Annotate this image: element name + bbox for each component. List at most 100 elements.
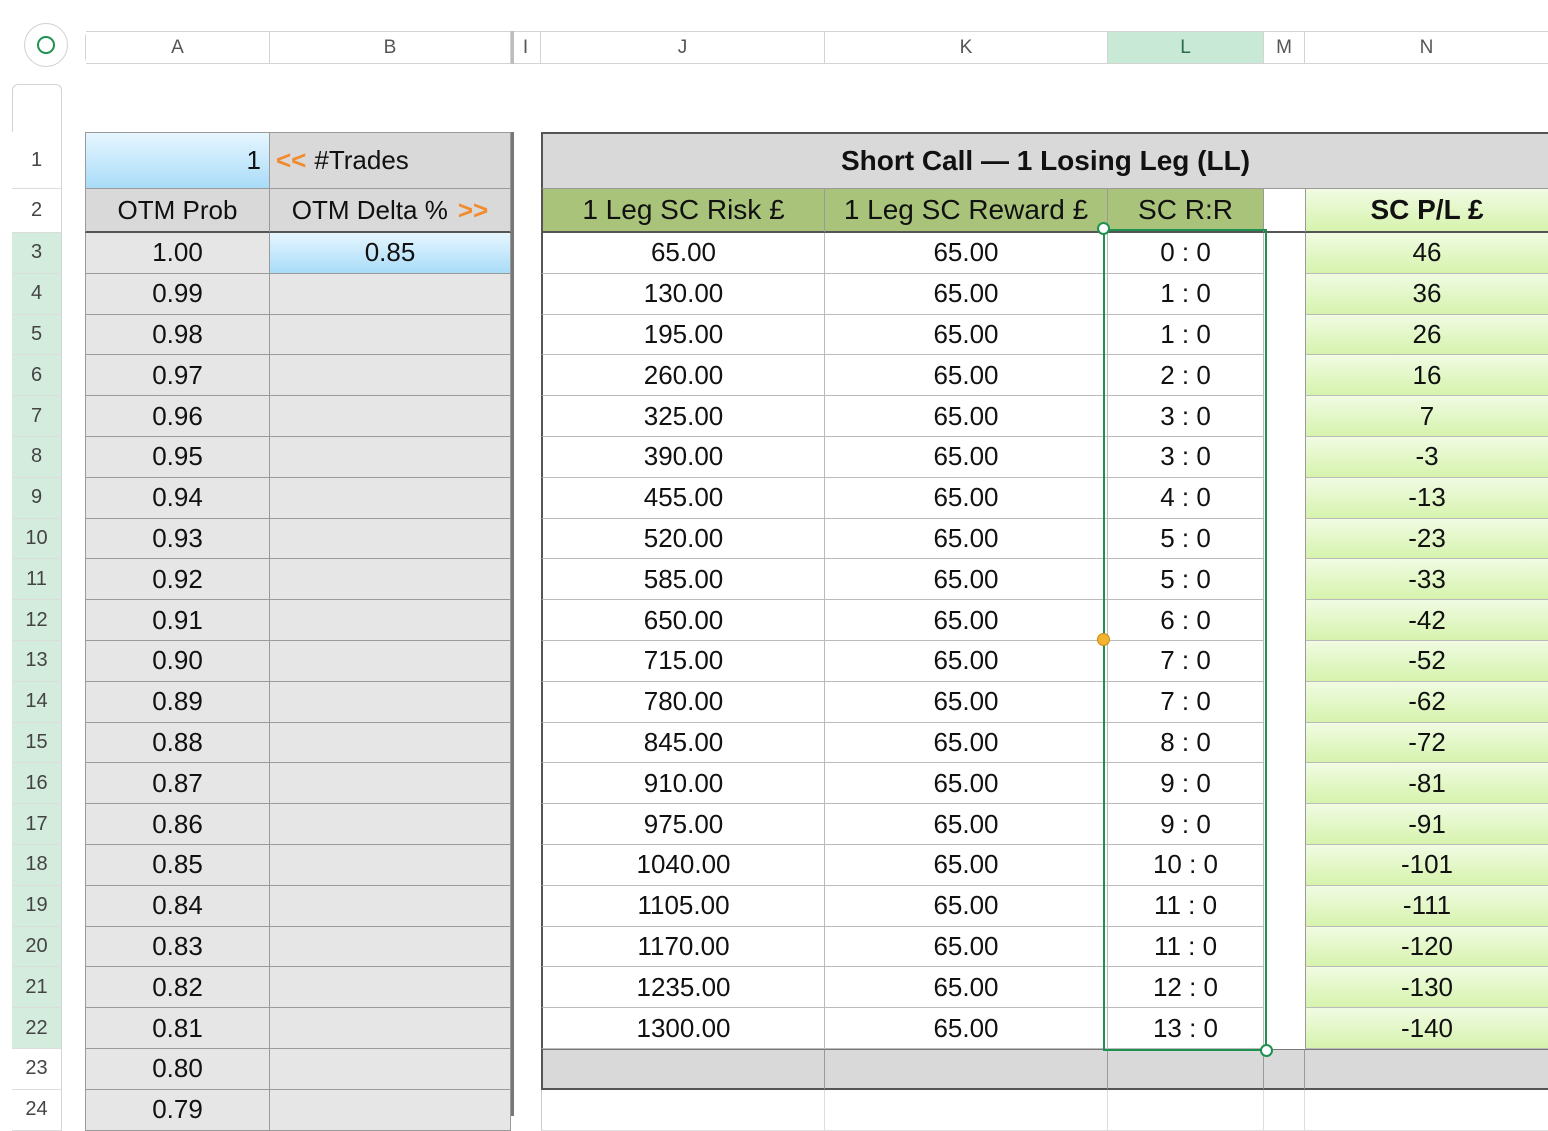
row-header-1[interactable]: 1: [12, 132, 62, 189]
m-blank-cell[interactable]: [1264, 967, 1305, 1009]
row-header-17[interactable]: 17: [12, 804, 62, 845]
m-blank-cell[interactable]: [1264, 559, 1305, 601]
m-blank-cell[interactable]: [1264, 477, 1305, 519]
table-title[interactable]: Short Call — 1 Losing Leg (LL): [541, 132, 1548, 189]
risk-cell[interactable]: 780.00: [541, 681, 825, 723]
row-header-16[interactable]: 16: [12, 763, 62, 805]
risk-cell[interactable]: 585.00: [541, 559, 825, 601]
row-header-24[interactable]: 24: [12, 1089, 62, 1131]
risk-cell[interactable]: 390.00: [541, 437, 825, 478]
pl-cell[interactable]: -3: [1305, 437, 1548, 478]
otm-prob-cell[interactable]: 0.92: [85, 559, 270, 601]
risk-cell[interactable]: 910.00: [541, 763, 825, 805]
otm-prob-cell[interactable]: 0.98: [85, 314, 270, 356]
otm-delta-cell[interactable]: [270, 845, 511, 886]
selection-handle-bottom[interactable]: [1260, 1044, 1273, 1057]
row-header-10[interactable]: 10: [12, 518, 62, 560]
m-blank-cell[interactable]: [1264, 641, 1305, 682]
column-header-m[interactable]: M: [1264, 31, 1305, 64]
otm-delta-cell[interactable]: [270, 396, 511, 437]
risk-cell[interactable]: 650.00: [541, 600, 825, 641]
pl-cell[interactable]: -33: [1305, 559, 1548, 601]
risk-cell[interactable]: 260.00: [541, 355, 825, 397]
m-blank-cell[interactable]: [1264, 763, 1305, 805]
row-header-23[interactable]: 23: [12, 1049, 62, 1090]
otm-prob-cell[interactable]: 0.95: [85, 437, 270, 478]
column-header-b[interactable]: B: [270, 31, 511, 64]
pl-cell[interactable]: -23: [1305, 518, 1548, 560]
m-header-blank[interactable]: [1264, 189, 1305, 233]
pl-cell[interactable]: -101: [1305, 845, 1548, 886]
row-header-8[interactable]: 8: [12, 437, 62, 478]
otm-delta-cell[interactable]: [270, 314, 511, 356]
otm-prob-cell[interactable]: 0.94: [85, 477, 270, 519]
row-header-21[interactable]: 21: [12, 967, 62, 1009]
row-header-4[interactable]: 4: [12, 273, 62, 315]
risk-cell[interactable]: 520.00: [541, 518, 825, 560]
empty-cell-l[interactable]: [1108, 1089, 1264, 1131]
reward-cell[interactable]: 65.00: [825, 233, 1108, 274]
risk-cell[interactable]: 1300.00: [541, 1008, 825, 1049]
row-header-13[interactable]: 13: [12, 641, 62, 682]
otm-prob-cell[interactable]: 0.80: [85, 1049, 270, 1090]
m-blank-cell[interactable]: [1264, 233, 1305, 274]
m-blank-cell[interactable]: [1264, 845, 1305, 886]
footer-cell-k[interactable]: [825, 1049, 1108, 1090]
otm-prob-cell[interactable]: 0.90: [85, 641, 270, 682]
otm-prob-cell[interactable]: 0.84: [85, 885, 270, 927]
m-blank-cell[interactable]: [1264, 314, 1305, 356]
row-header-12[interactable]: 12: [12, 600, 62, 641]
footer-cell-j[interactable]: [541, 1049, 825, 1090]
reward-cell[interactable]: 65.00: [825, 926, 1108, 968]
pl-cell[interactable]: -13: [1305, 477, 1548, 519]
empty-cell-j[interactable]: [541, 1089, 825, 1131]
row-header-2[interactable]: 2: [12, 189, 62, 233]
reward-cell[interactable]: 65.00: [825, 273, 1108, 315]
otm-prob-cell[interactable]: 0.93: [85, 518, 270, 560]
otm-delta-cell[interactable]: [270, 518, 511, 560]
column-header-l[interactable]: L: [1108, 31, 1264, 64]
otm-prob-cell[interactable]: 1.00: [85, 233, 270, 274]
risk-cell[interactable]: 1235.00: [541, 967, 825, 1009]
risk-cell[interactable]: 455.00: [541, 477, 825, 519]
pl-header[interactable]: SC P/L £: [1305, 189, 1548, 233]
pl-cell[interactable]: -81: [1305, 763, 1548, 805]
otm-prob-cell[interactable]: 0.85: [85, 845, 270, 886]
risk-cell[interactable]: 325.00: [541, 396, 825, 437]
otm-delta-cell[interactable]: [270, 273, 511, 315]
otm-delta-cell[interactable]: [270, 681, 511, 723]
risk-cell[interactable]: 845.00: [541, 722, 825, 764]
otm-prob-cell[interactable]: 0.86: [85, 804, 270, 845]
otm-delta-cell[interactable]: [270, 641, 511, 682]
otm-delta-cell[interactable]: [270, 600, 511, 641]
otm-delta-header[interactable]: OTM Delta % >>: [270, 189, 511, 233]
m-blank-cell[interactable]: [1264, 926, 1305, 968]
risk-cell[interactable]: 195.00: [541, 314, 825, 356]
row-header-14[interactable]: 14: [12, 681, 62, 723]
column-header-a[interactable]: A: [86, 31, 270, 64]
m-blank-cell[interactable]: [1264, 273, 1305, 315]
column-header-n[interactable]: N: [1305, 31, 1548, 64]
row-header-19[interactable]: 19: [12, 885, 62, 927]
reward-cell[interactable]: 65.00: [825, 437, 1108, 478]
pl-cell[interactable]: 7: [1305, 396, 1548, 437]
empty-cell-k[interactable]: [825, 1089, 1108, 1131]
risk-cell[interactable]: 1040.00: [541, 845, 825, 886]
rr-header[interactable]: SC R:R: [1108, 189, 1264, 233]
reward-cell[interactable]: 65.00: [825, 681, 1108, 723]
pl-cell[interactable]: -52: [1305, 641, 1548, 682]
otm-delta-cell[interactable]: [270, 763, 511, 805]
otm-delta-cell[interactable]: [270, 1049, 511, 1090]
m-blank-cell[interactable]: [1264, 396, 1305, 437]
reward-header[interactable]: 1 Leg SC Reward £: [825, 189, 1108, 233]
reward-cell[interactable]: 65.00: [825, 763, 1108, 805]
pl-cell[interactable]: -91: [1305, 804, 1548, 845]
selection-fill-handle[interactable]: [1097, 633, 1110, 646]
otm-delta-cell[interactable]: [270, 437, 511, 478]
reward-cell[interactable]: 65.00: [825, 314, 1108, 356]
reward-cell[interactable]: 65.00: [825, 559, 1108, 601]
m-blank-cell[interactable]: [1264, 885, 1305, 927]
pl-cell[interactable]: -140: [1305, 1008, 1548, 1049]
m-blank-cell[interactable]: [1264, 1008, 1305, 1049]
otm-delta-cell[interactable]: [270, 722, 511, 764]
